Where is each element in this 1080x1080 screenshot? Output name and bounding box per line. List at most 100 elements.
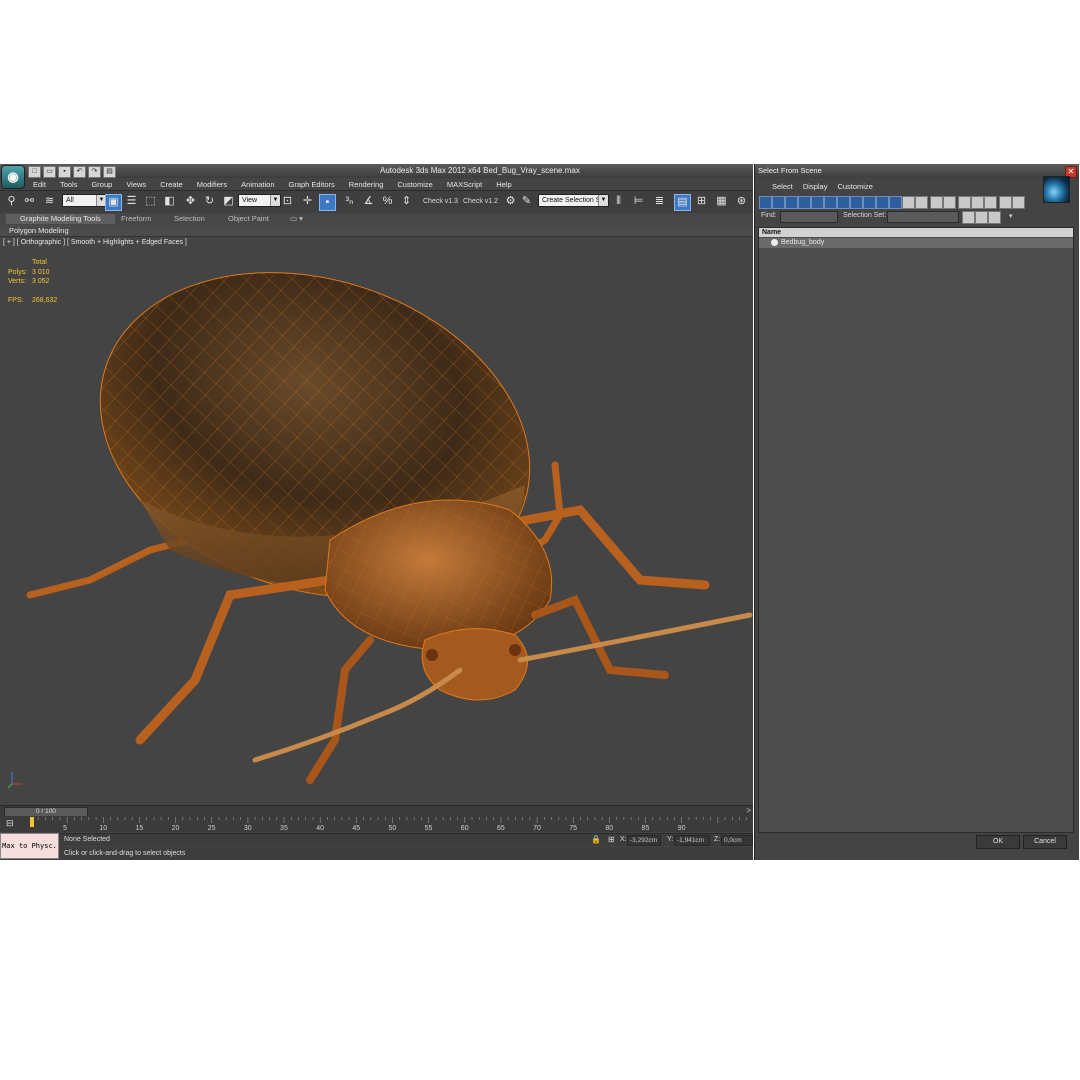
- dialog-menu-select[interactable]: Select: [767, 181, 798, 192]
- bedbug-model[interactable]: [0, 250, 753, 804]
- menu-views[interactable]: Views: [119, 179, 153, 190]
- menu-group[interactable]: Group: [84, 179, 119, 190]
- y-coordinate-field[interactable]: -1,941cm: [674, 835, 710, 846]
- tab-freeform[interactable]: Freeform: [121, 214, 151, 224]
- cancel-button[interactable]: Cancel: [1023, 835, 1067, 849]
- display-geometry-icon[interactable]: [759, 196, 772, 209]
- tab-selection[interactable]: Selection: [174, 214, 205, 224]
- rotate-icon[interactable]: ↻: [202, 194, 217, 209]
- menu-graph-editors[interactable]: Graph Editors: [282, 179, 342, 190]
- edit-named-selection-icon[interactable]: ⚙: [503, 194, 518, 209]
- column-header-name[interactable]: Name: [759, 228, 1073, 237]
- ok-button[interactable]: OK: [976, 835, 1020, 849]
- mini-curve-editor-icon[interactable]: ⊟: [6, 818, 18, 829]
- pivot-center-icon[interactable]: ⊡: [280, 194, 295, 209]
- menu-help[interactable]: Help: [489, 179, 518, 190]
- open-icon[interactable]: ▭: [43, 166, 56, 178]
- select-all-icon[interactable]: [958, 196, 971, 209]
- redo-icon[interactable]: ↷: [88, 166, 101, 178]
- display-none-icon[interactable]: [930, 196, 943, 209]
- display-invert-icon[interactable]: [943, 196, 956, 209]
- menu-animation[interactable]: Animation: [234, 179, 281, 190]
- unlink-icon[interactable]: ⚯: [22, 194, 37, 209]
- select-none-icon[interactable]: [971, 196, 984, 209]
- select-object-icon[interactable]: ▣: [105, 194, 122, 211]
- perspective-viewport[interactable]: Total Polys: 3 010 Verts: 3 052 FPS: 268,63…: [0, 250, 753, 804]
- spinner-snap-icon[interactable]: ⇕: [399, 194, 414, 209]
- absolute-mode-icon[interactable]: ⊞: [608, 835, 615, 844]
- angle-snap-icon[interactable]: ∡: [361, 194, 376, 209]
- display-hidden-icon[interactable]: [902, 196, 915, 209]
- keyboard-shortcut-override-icon[interactable]: ▪: [319, 194, 336, 211]
- align-icon[interactable]: ⊨: [631, 194, 646, 209]
- reference-coordinate-dropdown[interactable]: View ▼: [238, 194, 281, 207]
- maxscript-listener[interactable]: Max to Physc.: [0, 833, 59, 859]
- display-bones-icon[interactable]: [863, 196, 876, 209]
- display-containers-icon[interactable]: [876, 196, 889, 209]
- remove-from-selection-set-icon[interactable]: [988, 211, 1001, 224]
- project-icon[interactable]: ▤: [103, 166, 116, 178]
- save-icon[interactable]: ▪: [58, 166, 71, 178]
- window-crossing-icon[interactable]: ◧: [162, 194, 177, 209]
- display-all-icon[interactable]: [915, 196, 928, 209]
- bind-space-warp-icon[interactable]: ≋: [42, 194, 57, 209]
- display-cameras-icon[interactable]: [798, 196, 811, 209]
- menu-create[interactable]: Create: [153, 179, 190, 190]
- menu-tools[interactable]: Tools: [53, 179, 85, 190]
- display-groups-icon[interactable]: [837, 196, 850, 209]
- mirror-icon[interactable]: ⫴: [611, 194, 626, 209]
- menu-maxscript[interactable]: MAXScript: [440, 179, 489, 190]
- menu-modifiers[interactable]: Modifiers: [190, 179, 234, 190]
- snaps-toggle-icon[interactable]: ³ₙ: [342, 194, 357, 209]
- named-selection-dropdown[interactable]: Create Selection Se ▼: [538, 194, 609, 207]
- create-selection-set-icon[interactable]: [962, 211, 975, 224]
- filter-icon[interactable]: [999, 196, 1012, 209]
- new-icon[interactable]: □: [28, 166, 41, 178]
- undo-icon[interactable]: ↶: [73, 166, 86, 178]
- display-space-warps-icon[interactable]: [824, 196, 837, 209]
- polygon-modeling-panel[interactable]: Polygon Modeling: [9, 226, 69, 236]
- link-icon[interactable]: ⚲: [4, 194, 19, 209]
- layer-manager-icon[interactable]: ≣: [652, 194, 667, 209]
- select-by-name-icon[interactable]: ☰: [124, 194, 139, 209]
- display-shapes-icon[interactable]: [772, 196, 785, 209]
- select-manipulate-icon[interactable]: ✛: [300, 194, 315, 209]
- display-xrefs-icon[interactable]: [850, 196, 863, 209]
- selection-set-dropdown[interactable]: [887, 211, 959, 223]
- scene-object-list[interactable]: Name Bedbug_body: [758, 227, 1074, 833]
- check-v12-button[interactable]: Check v1.2: [463, 198, 498, 205]
- check-v13-button[interactable]: Check v1.3: [423, 198, 458, 205]
- viewport-label[interactable]: [ + ] [ Orthographic ] [ Smooth + Highli…: [3, 239, 187, 246]
- move-icon[interactable]: ✥: [183, 194, 198, 209]
- menu-customize[interactable]: Customize: [390, 179, 439, 190]
- time-slider[interactable]: 0 / 100 >: [0, 805, 753, 817]
- dialog-menu-display[interactable]: Display: [798, 181, 833, 192]
- curve-editor-icon[interactable]: ⊞: [694, 194, 709, 209]
- scene-explorer-icon[interactable]: ▤: [674, 194, 691, 211]
- selection-filter-dropdown[interactable]: All ▼: [62, 194, 107, 207]
- x-coordinate-field[interactable]: -3,292cm: [627, 835, 661, 846]
- percent-snap-icon[interactable]: %: [380, 194, 395, 209]
- tab-object-paint[interactable]: Object Paint: [228, 214, 269, 224]
- rectangular-selection-icon[interactable]: ⬚: [143, 194, 158, 209]
- track-bar[interactable]: ⊟ 5 10 15 20 25 30 35 40 45 50 55 60 65 70 75 80 85 90: [0, 816, 753, 832]
- scale-icon[interactable]: ◩: [221, 194, 236, 209]
- add-to-selection-set-icon[interactable]: [975, 211, 988, 224]
- chevron-down-icon[interactable]: ▾: [1009, 212, 1013, 220]
- display-helpers-icon[interactable]: [811, 196, 824, 209]
- dialog-menu-customize[interactable]: Customize: [832, 181, 877, 192]
- material-editor-icon[interactable]: ⊛: [734, 194, 749, 209]
- lock-icon[interactable]: 🔒: [591, 835, 601, 844]
- display-lights-icon[interactable]: [785, 196, 798, 209]
- ribbon-options-icon[interactable]: ▭ ▾: [290, 214, 303, 224]
- tab-graphite-modeling-tools[interactable]: Graphite Modeling Tools: [6, 214, 115, 224]
- find-input[interactable]: [780, 211, 838, 223]
- select-invert-icon[interactable]: [984, 196, 997, 209]
- next-frame-icon[interactable]: >: [746, 806, 751, 815]
- filter-options-icon[interactable]: [1012, 196, 1025, 209]
- list-item[interactable]: Bedbug_body: [759, 238, 1073, 248]
- z-coordinate-field[interactable]: 0,0cm: [721, 835, 753, 846]
- current-frame-marker[interactable]: [30, 817, 34, 827]
- schematic-view-icon[interactable]: ▦: [714, 194, 729, 209]
- menu-rendering[interactable]: Rendering: [342, 179, 391, 190]
